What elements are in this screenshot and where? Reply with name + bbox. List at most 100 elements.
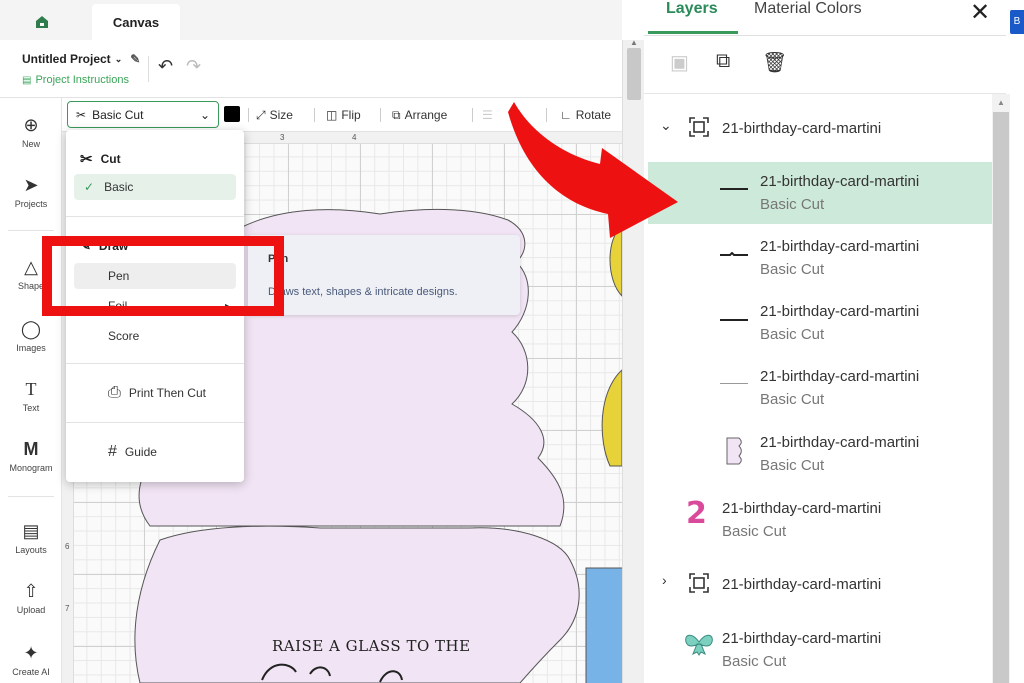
upload-icon: ⇧ xyxy=(23,581,39,601)
trash-icon[interactable]: 🗑 xyxy=(762,50,787,75)
layer-row[interactable]: 21-birthday-card-martini Basic Cut xyxy=(648,356,992,420)
layer-row[interactable]: 21-birthday-card-martini Basic Cut xyxy=(648,422,992,486)
red-arrow-annotation xyxy=(508,102,678,238)
color-swatch[interactable] xyxy=(224,106,240,122)
layer-operation: Basic Cut xyxy=(760,326,825,343)
option-guide[interactable]: # Guide xyxy=(108,443,157,461)
undo-icon[interactable]: ↶ xyxy=(158,56,173,77)
divider xyxy=(66,363,244,364)
sparkle-icon: ✦ xyxy=(23,643,39,663)
layer-row[interactable]: 21-birthday-card-martini Basic Cut xyxy=(648,618,992,682)
layer-thumbnail xyxy=(685,634,713,656)
divider xyxy=(66,216,244,217)
monogram-icon: M xyxy=(23,439,39,459)
upload-button[interactable]: ⇧ Upload xyxy=(0,580,62,615)
text-button[interactable]: T Text xyxy=(0,378,62,413)
document-icon: ▤ xyxy=(22,74,32,86)
layer-row[interactable]: 2 21-birthday-card-martini Basic Cut xyxy=(648,488,992,552)
layer-thumbnail xyxy=(720,188,748,190)
printer-icon: ⎙ xyxy=(108,384,121,401)
project-name[interactable]: Untitled Project ⌄ ✎ xyxy=(22,52,140,66)
yellow-shape-mid[interactable] xyxy=(601,369,622,467)
option-basic-label: Basic xyxy=(104,180,134,194)
projects-button[interactable]: ➤ Projects xyxy=(0,174,62,209)
size-button[interactable]: ⤢ Size xyxy=(256,98,293,132)
new-button[interactable]: ⊕ New xyxy=(0,114,62,149)
option-score[interactable]: Score xyxy=(74,323,236,349)
left-toolbar: ⊕ New ➤ Projects △ Shape ◯ Images T Text… xyxy=(0,98,62,683)
flip-button[interactable]: ◫ Flip xyxy=(326,98,361,132)
divider xyxy=(8,230,54,231)
divider xyxy=(314,108,315,122)
divider xyxy=(8,496,54,497)
layer-name: 21-birthday-card-martini xyxy=(722,120,882,137)
layouts-button[interactable]: ▤ Layouts xyxy=(0,520,62,555)
card-shape-bottom[interactable] xyxy=(134,525,580,683)
tab-material-colors[interactable]: Material Colors xyxy=(754,0,862,18)
layer-thumbnail: 2 xyxy=(686,496,707,531)
operation-select[interactable]: ✂ Basic Cut ⌄ xyxy=(67,101,219,128)
shirt-icon: ▤ xyxy=(22,521,40,541)
option-guide-label: Guide xyxy=(124,445,157,459)
upload-label: Upload xyxy=(16,605,46,615)
redo-icon[interactable]: ↷ xyxy=(186,56,201,77)
images-button[interactable]: ◯ Images xyxy=(0,318,62,353)
chevron-down-icon: ⌄ xyxy=(114,53,123,64)
pencil-icon[interactable]: ✎ xyxy=(130,52,140,66)
tooltip-description: Draws text, shapes & intricate designs. xyxy=(268,286,458,298)
align-button[interactable]: ☰ xyxy=(482,98,493,132)
arrange-button[interactable]: ⧉ Arrange xyxy=(392,98,447,132)
pen-tooltip: Pen Draws text, shapes & intricate desig… xyxy=(248,235,520,315)
divider xyxy=(472,108,473,122)
resize-icon: ⤢ xyxy=(256,107,266,122)
scissors-icon: ✂ xyxy=(76,107,87,122)
layer-name: 21-birthday-card-martini xyxy=(722,630,882,647)
layer-actions: ▣ ⧉ 🗑 xyxy=(644,36,1006,94)
home-icon xyxy=(36,16,48,28)
duplicate-icon[interactable]: ⧉ xyxy=(716,50,730,73)
tab-layers[interactable]: Layers xyxy=(666,0,718,18)
layer-name: 21-birthday-card-martini xyxy=(760,368,920,385)
close-icon[interactable]: ✕ xyxy=(970,0,990,27)
chevron-right-icon[interactable]: › xyxy=(662,572,667,588)
ruler-label: 3 xyxy=(280,133,285,142)
lightbulb-icon: ◯ xyxy=(20,319,42,339)
top-tab-bar: Canvas xyxy=(0,0,622,40)
panel-tabs: Layers Material Colors ✕ xyxy=(644,0,1006,36)
layer-thumbnail xyxy=(726,437,742,465)
layer-thumbnail xyxy=(720,383,748,384)
layers-scrollbar[interactable]: ▲ xyxy=(992,94,1010,683)
operation-value: Basic Cut xyxy=(92,107,144,122)
active-tab-indicator xyxy=(648,31,738,34)
layer-thumbnail xyxy=(720,252,748,256)
group-icon[interactable]: ▣ xyxy=(670,50,689,75)
chevron-down-icon: ⌄ xyxy=(199,107,210,122)
collapsed-panel-tab[interactable]: B xyxy=(1010,10,1024,34)
align-icon: ☰ xyxy=(482,108,493,122)
option-print-then-cut[interactable]: ⎙ Print Then Cut xyxy=(108,384,206,402)
scroll-up-arrow-icon[interactable]: ▲ xyxy=(630,38,638,47)
tab-canvas[interactable]: Canvas xyxy=(92,4,180,40)
scrollbar-thumb[interactable] xyxy=(993,112,1009,683)
create-ai-button[interactable]: ✦ Create AI xyxy=(0,642,62,677)
option-basic[interactable]: ✓ Basic xyxy=(74,174,236,200)
card-headline-text: RAISE A GLASS TO THE xyxy=(272,637,471,655)
layer-operation: Basic Cut xyxy=(760,261,825,278)
layer-row[interactable]: 21-birthday-card-martini Basic Cut xyxy=(648,291,992,355)
layer-name: 21-birthday-card-martini xyxy=(760,434,920,451)
home-tab[interactable] xyxy=(22,8,62,36)
create-ai-label: Create AI xyxy=(12,667,50,677)
layer-name: 21-birthday-card-martini xyxy=(760,238,920,255)
project-instructions-label: Project Instructions xyxy=(35,74,129,86)
monogram-button[interactable]: M Monogram xyxy=(0,438,62,473)
layer-operation: Basic Cut xyxy=(722,523,787,540)
red-highlight-box xyxy=(42,236,284,316)
layer-operation: Basic Cut xyxy=(760,196,825,213)
layer-group-row[interactable]: › 21-birthday-card-martini xyxy=(648,564,992,604)
layer-thumbnail xyxy=(720,319,748,321)
divider xyxy=(148,56,149,82)
option-score-label: Score xyxy=(108,329,140,343)
scroll-up-arrow-icon[interactable]: ▲ xyxy=(997,98,1005,107)
blue-shape[interactable] xyxy=(585,567,622,683)
project-instructions-link[interactable]: ▤ Project Instructions xyxy=(22,74,129,86)
